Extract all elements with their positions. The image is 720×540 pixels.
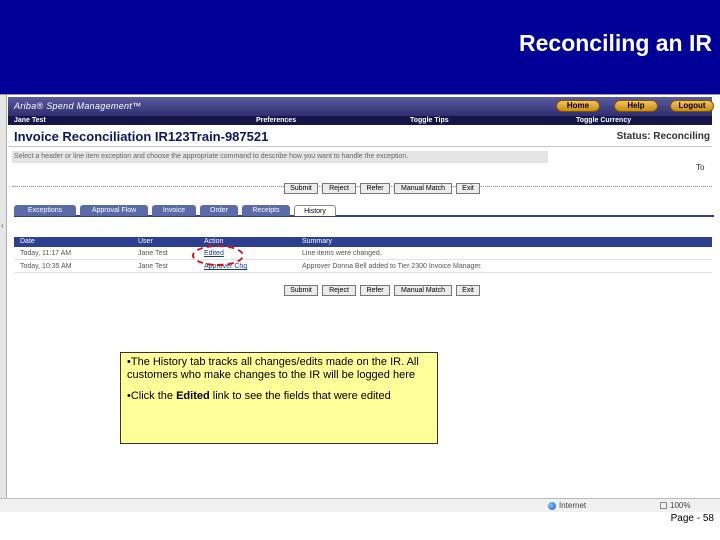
tab-invoice[interactable]: Invoice (152, 205, 196, 216)
zoom-level[interactable]: 100% (660, 501, 690, 510)
column-header-date[interactable]: Date (20, 237, 35, 247)
manual-match-button[interactable]: Manual Match (394, 285, 452, 296)
security-zone: Internet (548, 501, 586, 510)
globe-icon (548, 501, 556, 510)
callout-text: link to see the fields that were edited (209, 390, 391, 402)
reject-button[interactable]: Reject (322, 183, 356, 194)
left-frame-edge: ‹ (0, 95, 7, 501)
user-bar: Jane Test Preferences Toggle Tips Toggle… (8, 116, 712, 125)
zoom-icon (660, 502, 667, 510)
instructions-text: Select a header or line item exception a… (12, 151, 548, 163)
ariba-logo: Ariba® Spend Management™ (14, 101, 142, 111)
truncated-text: To (696, 163, 705, 172)
toggle-currency-link[interactable]: Toggle Currency (576, 116, 631, 125)
callout-text: •Click the (127, 390, 177, 402)
title-row: Invoice Reconciliation IR123Train-987521… (8, 127, 712, 147)
reject-button[interactable]: Reject (322, 285, 356, 296)
toggle-tips-link[interactable]: Toggle Tips (410, 116, 449, 125)
callout-bullet-history: •The History tab tracks all changes/edit… (127, 356, 419, 381)
row-summary: Line items were changed. (302, 250, 382, 257)
app-header: Ariba® Spend Management™ Home Help Logou… (8, 97, 714, 116)
tab-history[interactable]: History (294, 205, 336, 216)
slide-title: Reconciling an IR (519, 30, 712, 56)
manual-match-button[interactable]: Manual Match (394, 183, 452, 194)
tab-receipts[interactable]: Receipts (242, 205, 290, 216)
logout-button[interactable]: Logout (670, 100, 714, 112)
grip-icon[interactable]: ‹ (1, 221, 4, 230)
row-date: Today, 10:35 AM (20, 263, 72, 270)
preferences-link[interactable]: Preferences (256, 116, 296, 125)
home-button[interactable]: Home (556, 100, 600, 112)
zoom-label: 100% (670, 501, 691, 510)
row-summary: Approver Donna Bell added to Tier 2300 I… (302, 263, 483, 270)
callout-bold-edited: Edited (176, 390, 210, 402)
page-title: Invoice Reconciliation IR123Train-987521 (14, 129, 269, 144)
table-row: Today, 10:35 AM Jane Test Approver Chg A… (14, 260, 712, 273)
row-user: Jane Test (138, 263, 168, 270)
page-number: Page - 58 (670, 513, 714, 524)
tab-exceptions[interactable]: Exceptions (14, 205, 76, 216)
submit-button[interactable]: Submit (284, 183, 318, 194)
status-label: Status: Reconciling (616, 131, 710, 142)
history-table: Date User Action Summary Today, 11:17 AM… (14, 237, 712, 273)
column-header-user[interactable]: User (138, 237, 153, 247)
refer-button[interactable]: Refer (360, 285, 390, 296)
callout-box: •The History tab tracks all changes/edit… (120, 352, 438, 444)
browser-screenshot: ‹ Ariba® Spend Management™ Home Help Log… (0, 94, 720, 512)
tab-bar: Exceptions Approval Flow Invoice Order R… (14, 205, 714, 217)
submit-button[interactable]: Submit (284, 285, 318, 296)
slide: Reconciling an IR ‹ Ariba® Spend Managem… (0, 0, 720, 540)
refer-button[interactable]: Refer (360, 183, 390, 194)
table-header: Date User Action Summary (14, 237, 712, 247)
user-name: Jane Test (14, 117, 46, 124)
exit-button[interactable]: Exit (456, 285, 480, 296)
row-date: Today, 11:17 AM (20, 250, 72, 257)
callout-bullet-edited: •Click the Edited link to see the fields… (127, 390, 431, 403)
table-row: Today, 11:17 AM Jane Test Edited Line it… (14, 247, 712, 260)
row-user: Jane Test (138, 250, 168, 257)
browser-status-bar: Internet 100% (0, 498, 720, 512)
edited-link-highlight (192, 245, 244, 266)
slide-banner: Reconciling an IR (0, 0, 720, 94)
help-button[interactable]: Help (614, 100, 658, 112)
tab-order[interactable]: Order (200, 205, 238, 216)
tab-approval-flow[interactable]: Approval Flow (80, 205, 148, 216)
exit-button[interactable]: Exit (456, 183, 480, 194)
column-header-summary[interactable]: Summary (302, 237, 332, 247)
zone-label: Internet (559, 501, 587, 510)
